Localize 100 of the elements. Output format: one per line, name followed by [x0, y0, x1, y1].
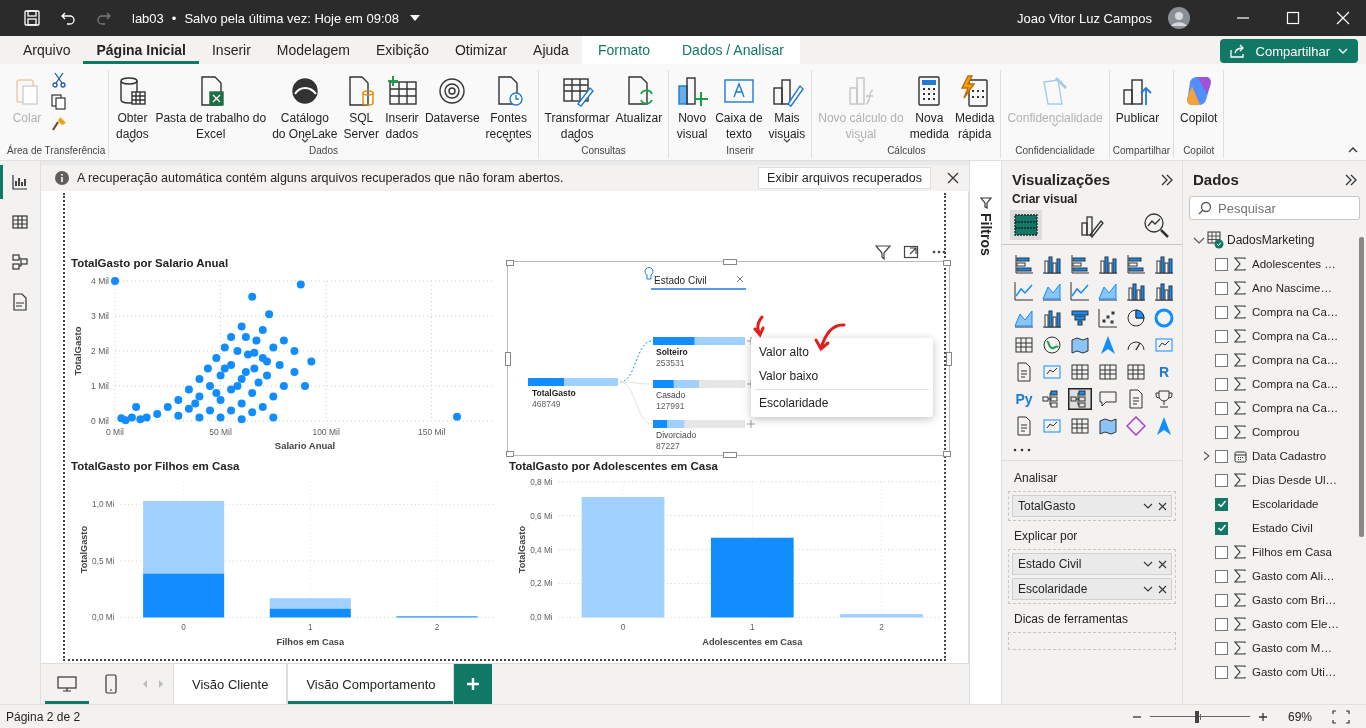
visual-type-button[interactable] — [1040, 334, 1064, 356]
field-name[interactable]: Ano Nascime… — [1252, 282, 1332, 294]
visual-type-button[interactable]: R — [1152, 361, 1176, 383]
ribbon-tab[interactable]: Otimizar — [441, 36, 521, 64]
visual-type-button[interactable] — [1068, 361, 1092, 383]
table-name[interactable]: DadosMarketing — [1227, 233, 1315, 247]
search-field[interactable]: Pesquisar — [1189, 196, 1360, 220]
filters-pane-toggle[interactable]: Filtros — [977, 213, 994, 256]
ribbon-button[interactable]: Novo visual — [672, 70, 713, 142]
field-name[interactable]: Compra na Ca… — [1252, 330, 1339, 342]
visual-type-button[interactable] — [1068, 334, 1092, 356]
visual-type-button[interactable]: Py — [1012, 388, 1036, 410]
chevron-icon[interactable] — [1143, 585, 1153, 593]
checkbox[interactable] — [1215, 593, 1228, 607]
checkbox[interactable] — [1215, 473, 1228, 487]
chevron-icon[interactable] — [1143, 502, 1153, 510]
field-name[interactable]: Escolaridade — [1252, 498, 1319, 510]
format-painter-icon[interactable] — [51, 116, 67, 132]
ribbon-tab[interactable]: Página Inicial — [83, 36, 199, 64]
field-name[interactable]: Estado Civil — [1252, 522, 1313, 534]
checkbox[interactable] — [1215, 353, 1228, 367]
ribbon-button[interactable]: Obter dados — [112, 70, 153, 144]
level-header[interactable]: Estado Civil — [644, 267, 747, 290]
field-drop-zone[interactable]: Estado Civil Escolaridade — [1008, 549, 1176, 604]
remove-icon[interactable] — [1158, 501, 1167, 511]
field-pill-background[interactable]: Escolaridade — [1012, 578, 1172, 600]
ribbon-tab[interactable]: Ajuda — [520, 36, 582, 64]
menu-item[interactable]: Valor alto — [751, 340, 933, 364]
ribbon-tab[interactable]: Dados / Analisar — [666, 36, 800, 64]
more-visuals-icon[interactable] — [1012, 446, 1032, 454]
visual-type-button[interactable] — [1068, 388, 1092, 410]
field-pill-background[interactable]: Estado Civil — [1012, 553, 1172, 575]
checkbox[interactable] — [1215, 257, 1228, 271]
ribbon-button[interactable]: Nova medida — [906, 70, 952, 142]
field-name[interactable]: Gasto com Bri… — [1252, 594, 1337, 606]
ribbon-tab[interactable]: Modelagem — [263, 36, 363, 64]
checkbox[interactable] — [1215, 545, 1228, 559]
ribbon-button[interactable]: Dataverse — [421, 70, 483, 126]
visual-type-button[interactable] — [1068, 307, 1092, 329]
resize-handle[interactable] — [946, 352, 952, 366]
remove-icon[interactable] — [1158, 559, 1167, 569]
maximize-icon[interactable] — [1286, 11, 1300, 25]
tree-node-bar[interactable] — [528, 378, 618, 386]
checkbox[interactable] — [1215, 617, 1228, 631]
field-name[interactable]: Filhos em Casa — [1252, 546, 1332, 558]
visual-type-button[interactable] — [1096, 307, 1120, 329]
resize-handle[interactable] — [943, 451, 951, 457]
focus-mode-icon[interactable] — [903, 244, 919, 260]
ribbon-button[interactable]: Copilot — [1177, 70, 1221, 126]
checkbox[interactable] — [1215, 377, 1228, 391]
checkbox[interactable] — [1215, 665, 1228, 679]
visual-type-button[interactable] — [1068, 415, 1092, 437]
field-name[interactable]: Gasto com Uti… — [1252, 666, 1337, 678]
visual-type-button[interactable] — [1068, 253, 1092, 275]
checkbox[interactable] — [1215, 305, 1228, 319]
visual-type-button[interactable] — [1040, 307, 1064, 329]
ribbon-tab[interactable]: Formato — [581, 36, 666, 64]
visual-type-button[interactable] — [1096, 361, 1120, 383]
ribbon-button[interactable]: SQL Server — [340, 70, 382, 142]
visual-type-button[interactable] — [1124, 253, 1148, 275]
pane-mode-button[interactable] — [1010, 210, 1042, 240]
avatar[interactable] — [1168, 7, 1190, 29]
field-name[interactable]: Comprou — [1252, 426, 1300, 438]
checkbox[interactable] — [1215, 569, 1228, 583]
share-button[interactable]: Compartilhar — [1219, 39, 1358, 63]
field-name[interactable]: Compra na Ca… — [1252, 402, 1339, 414]
field-name[interactable]: Compra na Ca… — [1252, 306, 1339, 318]
checkbox[interactable] — [1215, 641, 1228, 655]
field-drop-zone[interactable] — [1008, 632, 1176, 650]
visual-type-button[interactable] — [1040, 253, 1064, 275]
checkbox[interactable] — [1215, 329, 1228, 343]
checkbox[interactable] — [1215, 401, 1228, 415]
collapse-pane-icon[interactable] — [1160, 172, 1174, 187]
zoom-in-icon[interactable] — [1257, 711, 1268, 722]
visual-type-button[interactable] — [1124, 280, 1148, 302]
copy-icon[interactable] — [51, 94, 67, 110]
show-recovered-files-button[interactable]: Exibir arquivos recuperados — [758, 167, 931, 189]
resize-handle[interactable] — [506, 260, 514, 266]
remove-level-icon[interactable] — [736, 275, 744, 283]
page-tab[interactable]: Visão Comportamento — [287, 664, 455, 704]
ribbon-button[interactable]: Inserir dados — [381, 70, 422, 142]
resize-handle[interactable] — [723, 259, 737, 265]
fit-to-page-icon[interactable] — [1332, 709, 1350, 724]
dropdown-icon[interactable] — [409, 14, 421, 22]
ribbon-button[interactable]: Atualizar — [612, 70, 666, 126]
resize-handle[interactable] — [943, 260, 951, 266]
chevron-icon[interactable] — [1201, 450, 1211, 462]
field-name[interactable]: Compra na Ca… — [1252, 378, 1339, 390]
checkbox[interactable] — [1215, 497, 1228, 511]
resize-handle[interactable] — [505, 352, 511, 366]
page-tab[interactable]: Visão Cliente — [173, 664, 288, 704]
resize-handle[interactable] — [506, 451, 514, 457]
visual-type-button[interactable] — [1152, 388, 1176, 410]
field-name[interactable]: Gasto com M… — [1252, 642, 1332, 654]
ribbon-tab[interactable]: Exibição — [363, 36, 442, 64]
cut-icon[interactable] — [51, 72, 67, 88]
ribbon-button[interactable]: Catálogo do OneLake — [269, 70, 341, 144]
visual-type-button[interactable] — [1012, 253, 1036, 275]
menu-item[interactable]: Escolaridade — [751, 391, 933, 415]
visual-type-button[interactable] — [1124, 361, 1148, 383]
